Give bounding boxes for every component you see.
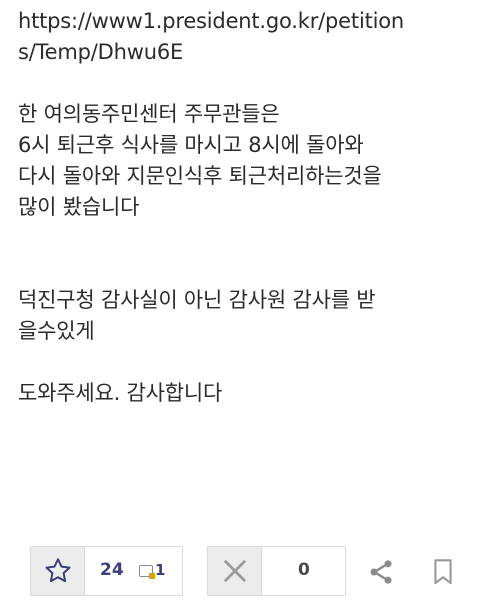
badge-icon	[139, 565, 155, 579]
post-body: https://www1.president.go.kr/petition s/…	[18, 6, 488, 409]
badge-count: 1	[155, 561, 166, 579]
share-button[interactable]	[367, 558, 395, 586]
star-icon	[45, 558, 70, 583]
petition-link-line-2[interactable]: s/Temp/Dhwu6E	[18, 37, 488, 68]
downvote-button[interactable]	[208, 547, 262, 595]
upvote-button[interactable]	[31, 547, 85, 595]
downvote-count: 0	[298, 560, 310, 580]
paragraph-1-line: 많이 봤습니다	[18, 195, 140, 219]
petition-link-line-1[interactable]: https://www1.president.go.kr/petition	[18, 6, 488, 37]
paragraph-1-line: 6시 퇴근후 식사를 마시고 8시에 돌아와	[18, 133, 364, 157]
paragraph-3-line: 도와주세요. 감사합니다	[18, 381, 223, 405]
paragraph-2-line: 덕진구청 감사실이 아닌 감사원 감사를 받	[18, 288, 376, 312]
paragraph-1-line: 다시 돌아와 지문인식후 퇴근처리하는것을	[18, 164, 382, 188]
bookmark-icon	[434, 559, 452, 585]
upvote-box: 24 1	[30, 546, 183, 596]
share-icon	[370, 560, 392, 584]
paragraph-1-line: 한 여의동주민센터 주무관들은	[18, 102, 280, 126]
paragraph-2-line: 을수있게	[18, 319, 95, 343]
bookmark-button[interactable]	[432, 558, 454, 586]
downvote-box: 0	[207, 546, 346, 596]
upvote-count: 24	[100, 560, 124, 580]
action-bar: 24 1 0	[30, 546, 470, 598]
x-icon	[223, 560, 246, 582]
reply-badge[interactable]: 1	[139, 561, 165, 579]
